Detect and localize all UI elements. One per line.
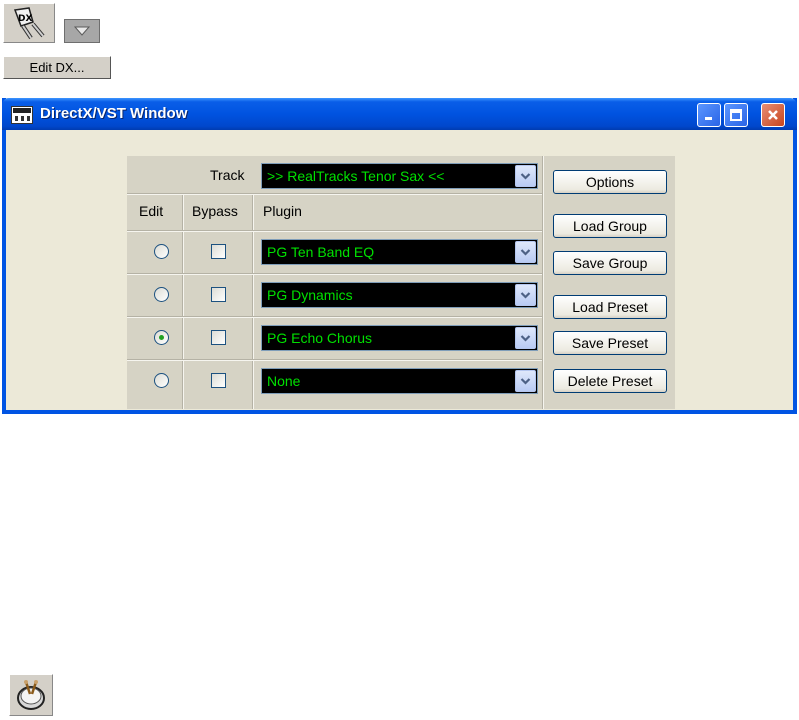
- plugin-select-value: PG Dynamics: [267, 287, 353, 303]
- grid-divider: [127, 230, 542, 232]
- edit-column-header: Edit: [139, 203, 164, 219]
- grid-divider: [127, 193, 542, 195]
- load-group-button[interactable]: Load Group: [553, 214, 667, 238]
- drum-button[interactable]: [9, 674, 53, 716]
- drum-icon: [17, 680, 45, 710]
- edit-radio-4[interactable]: [154, 373, 169, 388]
- bypass-checkbox-3[interactable]: [211, 330, 226, 345]
- triangle-down-icon: [73, 26, 91, 36]
- chevron-down-icon[interactable]: [515, 165, 536, 187]
- chevron-down-icon[interactable]: [515, 370, 536, 392]
- minimize-button[interactable]: [697, 103, 721, 127]
- grid-divider: [252, 194, 254, 409]
- edit-radio-1[interactable]: [154, 244, 169, 259]
- bypass-checkbox-1[interactable]: [211, 244, 226, 259]
- plugin-select-4[interactable]: None: [261, 368, 538, 394]
- delete-preset-button[interactable]: Delete Preset: [553, 369, 667, 393]
- directx-vst-window: DirectX/VST Window Track >> RealTracks T…: [2, 98, 797, 414]
- bypass-checkbox-2[interactable]: [211, 287, 226, 302]
- chevron-down-icon[interactable]: [515, 241, 536, 263]
- plugin-select-2[interactable]: PG Dynamics: [261, 282, 538, 308]
- dx-plugin-button[interactable]: DX: [3, 3, 55, 43]
- close-button[interactable]: [761, 103, 785, 127]
- window-title: DirectX/VST Window: [40, 105, 188, 122]
- plugin-select-value: None: [267, 373, 301, 389]
- grid-divider: [542, 156, 544, 409]
- radio-selected-dot: [159, 335, 164, 340]
- plugin-select-value: PG Echo Chorus: [267, 330, 373, 346]
- chevron-down-icon[interactable]: [515, 284, 536, 306]
- bypass-column-header: Bypass: [192, 203, 238, 219]
- track-select-value: >> RealTracks Tenor Sax <<: [267, 168, 445, 184]
- window-client-area: Track >> RealTracks Tenor Sax << Edit By…: [6, 130, 793, 410]
- chevron-down-icon[interactable]: [515, 327, 536, 349]
- plugin-select-1[interactable]: PG Ten Band EQ: [261, 239, 538, 265]
- dx-plugin-icon: DX: [13, 7, 45, 40]
- grid-divider: [182, 194, 184, 409]
- grid-divider: [127, 359, 542, 361]
- load-preset-button[interactable]: Load Preset: [553, 295, 667, 319]
- track-select[interactable]: >> RealTracks Tenor Sax <<: [261, 163, 538, 189]
- bypass-checkbox-4[interactable]: [211, 373, 226, 388]
- edit-dx-button[interactable]: Edit DX...: [3, 56, 111, 79]
- options-button[interactable]: Options: [553, 170, 667, 194]
- minimize-icon: [705, 117, 712, 120]
- track-label: Track: [210, 167, 245, 183]
- svg-text:DX: DX: [18, 14, 32, 24]
- close-icon: [768, 110, 778, 120]
- plugin-column-header: Plugin: [263, 203, 302, 219]
- window-titlebar[interactable]: DirectX/VST Window: [2, 98, 797, 130]
- plugin-select-value: PG Ten Band EQ: [267, 244, 375, 260]
- edit-radio-2[interactable]: [154, 287, 169, 302]
- grid-divider: [127, 316, 542, 318]
- maximize-icon: [730, 109, 742, 121]
- dx-menu-dropdown-button[interactable]: [64, 19, 100, 43]
- edit-radio-3[interactable]: [154, 330, 169, 345]
- save-preset-button[interactable]: Save Preset: [553, 331, 667, 355]
- grid-divider: [127, 273, 542, 275]
- save-group-button[interactable]: Save Group: [553, 251, 667, 275]
- app-icon: [11, 106, 33, 124]
- plugin-select-3[interactable]: PG Echo Chorus: [261, 325, 538, 351]
- maximize-button[interactable]: [724, 103, 748, 127]
